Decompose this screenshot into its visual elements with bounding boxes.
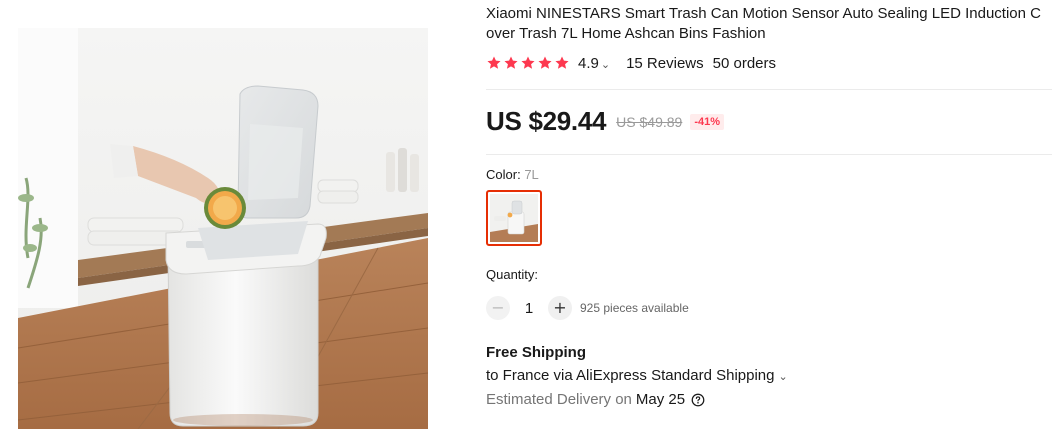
quantity-available: 925 pieces available <box>580 301 689 315</box>
star-rating[interactable] <box>486 55 570 71</box>
star-icon <box>521 56 535 69</box>
quantity-label: Quantity: <box>486 267 539 282</box>
divider <box>486 154 1052 155</box>
star-icon <box>538 56 552 69</box>
color-label-text: Color: <box>486 167 521 182</box>
star-icon <box>487 56 501 69</box>
quantity-input[interactable] <box>510 298 548 318</box>
color-label: Color: 7L <box>486 167 539 182</box>
shipping-title: Free Shipping <box>486 344 587 361</box>
star-icon <box>555 56 569 69</box>
product-page: Xiaomi NINESTARS Smart Trash Can Motion … <box>0 0 1060 429</box>
product-title: Xiaomi NINESTARS Smart Trash Can Motion … <box>486 5 1041 42</box>
original-price: US $49.89 <box>616 113 683 130</box>
product-image[interactable] <box>18 28 428 429</box>
quantity-decrease-button[interactable]: − <box>486 296 510 320</box>
price-row: US $29.44 US $49.89 -41% <box>486 106 725 137</box>
estimated-delivery: Estimated Delivery on May 25 <box>486 391 705 408</box>
color-selected-value: 7L <box>524 167 539 182</box>
discount-badge: -41% <box>690 113 725 130</box>
shipping-method-text[interactable]: to France via AliExpress Standard Shippi… <box>486 367 775 384</box>
help-icon[interactable] <box>691 393 705 407</box>
color-option-7l[interactable] <box>486 190 542 246</box>
product-photo <box>18 28 428 429</box>
shipping-method[interactable]: to France via AliExpress Standard Shippi… <box>486 367 788 384</box>
estimated-delivery-label: Estimated Delivery on <box>486 391 632 408</box>
color-option-thumbnail <box>490 194 538 242</box>
orders-count: 50 orders <box>712 54 776 72</box>
quantity-stepper: − + 925 pieces available <box>486 295 689 321</box>
chevron-down-icon[interactable]: ⌄ <box>779 370 788 383</box>
reviews-link[interactable]: 15 Reviews <box>626 55 704 72</box>
chevron-down-icon[interactable]: ⌄ <box>601 58 610 71</box>
current-price: US $29.44 <box>486 106 607 136</box>
quantity-increase-button[interactable]: + <box>548 296 572 320</box>
estimated-delivery-date: May 25 <box>635 391 686 408</box>
divider <box>486 89 1052 90</box>
star-icon <box>504 56 518 69</box>
rating-value[interactable]: 4.9 <box>578 55 599 72</box>
rating-row: 4.9 ⌄ 15 Reviews 50 orders <box>486 53 776 73</box>
